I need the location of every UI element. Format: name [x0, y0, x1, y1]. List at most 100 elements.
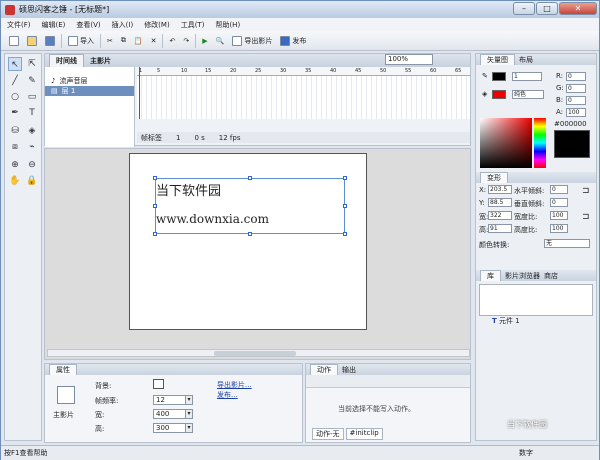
- resize-handle[interactable]: [343, 176, 347, 180]
- minimize-button[interactable]: –: [513, 2, 535, 15]
- arrow-tool-icon[interactable]: ↖: [8, 57, 22, 71]
- publish-link[interactable]: 发布...: [217, 390, 238, 400]
- delete-icon[interactable]: ✕: [149, 34, 159, 48]
- fill-color-swatch[interactable]: [492, 90, 506, 99]
- menu-file[interactable]: 文件(F): [7, 20, 31, 30]
- tab-layout[interactable]: 布局: [519, 55, 533, 65]
- menu-help[interactable]: 帮助(H): [215, 20, 240, 30]
- y-value[interactable]: 88.5: [488, 198, 512, 207]
- resize-handle[interactable]: [153, 176, 157, 180]
- a-value[interactable]: 100: [566, 108, 586, 117]
- tab-actions-none[interactable]: 动作-无: [312, 428, 344, 440]
- line-tool-icon[interactable]: ╱: [8, 74, 22, 88]
- wscale-value[interactable]: 100: [550, 211, 568, 220]
- copy-icon[interactable]: ⧉: [119, 34, 128, 48]
- layer-1[interactable]: ▤ 层 1: [45, 86, 134, 96]
- ink-bottle-icon[interactable]: ⛁: [8, 124, 22, 138]
- hscale-value[interactable]: 100: [550, 224, 568, 233]
- tab-movie-explorer[interactable]: 影片浏览器: [505, 271, 540, 281]
- ellipse-tool-icon[interactable]: ○: [8, 90, 22, 104]
- import-button[interactable]: 导入: [66, 34, 96, 48]
- open-icon[interactable]: [25, 34, 39, 48]
- tab-transform[interactable]: 变形: [480, 172, 508, 183]
- menu-view[interactable]: 查看(V): [76, 20, 100, 30]
- test-icon[interactable]: 🔍: [214, 34, 227, 48]
- undo-icon[interactable]: ↶: [167, 34, 177, 48]
- close-button[interactable]: ✕: [559, 2, 597, 15]
- zoom-in-icon[interactable]: ⊕: [8, 158, 22, 172]
- color-picker[interactable]: [480, 118, 532, 168]
- export-movie-button[interactable]: 导出影片: [230, 34, 274, 48]
- scroll-thumb[interactable]: [214, 351, 296, 356]
- redo-icon[interactable]: ↷: [181, 34, 191, 48]
- resize-handle[interactable]: [153, 232, 157, 236]
- stage-text-line1[interactable]: 当下软件园: [156, 180, 221, 199]
- width-dropdown[interactable]: ▾: [185, 409, 193, 419]
- tab-actions[interactable]: 动作: [310, 364, 338, 375]
- resize-handle[interactable]: [343, 232, 347, 236]
- export-movie-link[interactable]: 导出影片...: [217, 380, 252, 390]
- subselect-tool-icon[interactable]: ⇱: [25, 57, 39, 71]
- stroke-width[interactable]: 1: [512, 72, 542, 81]
- paint-bucket-icon[interactable]: ◈: [25, 124, 39, 138]
- resize-handle[interactable]: [343, 204, 347, 208]
- play-icon[interactable]: ▶: [200, 34, 209, 48]
- layer-sound[interactable]: ♪ 流声音层: [45, 76, 134, 86]
- tab-initclip[interactable]: #initclip: [345, 428, 383, 440]
- h-value[interactable]: 91: [488, 224, 512, 233]
- menu-insert[interactable]: 插入(I): [112, 20, 134, 30]
- stage[interactable]: 当下软件园 www.downxia.com: [129, 153, 367, 330]
- paste-icon[interactable]: 📋: [132, 34, 145, 48]
- b-value[interactable]: 0: [566, 96, 586, 105]
- cut-icon[interactable]: ✂: [105, 34, 115, 48]
- hex-value[interactable]: #000000: [554, 120, 587, 128]
- fill-transform-icon[interactable]: ⧈: [8, 140, 22, 154]
- r-value[interactable]: 0: [566, 72, 586, 81]
- menu-modify[interactable]: 修改(M): [144, 20, 170, 30]
- tab-library[interactable]: 库: [480, 270, 501, 281]
- tab-properties[interactable]: 属性: [49, 364, 77, 375]
- menu-edit[interactable]: 编辑(E): [42, 20, 66, 30]
- stage-hscroll[interactable]: [47, 349, 470, 357]
- library-item[interactable]: T 元件 1: [492, 316, 520, 326]
- link-icon[interactable]: ⊐: [582, 186, 590, 196]
- hue-slider[interactable]: [534, 118, 546, 168]
- save-icon[interactable]: [43, 34, 57, 48]
- zoom-select[interactable]: 100%: [385, 54, 433, 65]
- resize-handle[interactable]: [248, 176, 252, 180]
- tab-output[interactable]: 输出: [342, 365, 356, 375]
- vskew-value[interactable]: 0: [550, 198, 568, 207]
- fps-dropdown[interactable]: ▾: [185, 395, 193, 405]
- hskew-value[interactable]: 0: [550, 185, 568, 194]
- g-value[interactable]: 0: [566, 84, 586, 93]
- tab-timeline[interactable]: 时间线: [49, 54, 84, 67]
- eyedropper-icon[interactable]: ⌁: [25, 140, 39, 154]
- pencil-tool-icon[interactable]: ✎: [25, 74, 39, 88]
- tab-store[interactable]: 商店: [544, 271, 558, 281]
- rectangle-tool-icon[interactable]: ▭: [25, 90, 39, 104]
- link-icon[interactable]: ⊐: [582, 212, 590, 222]
- stroke-color-swatch[interactable]: [492, 72, 506, 81]
- frame-ruler[interactable]: 1 5 10 15 20 25 30 35 40 45 50 55 60 65: [137, 67, 470, 76]
- maximize-button[interactable]: □: [536, 2, 558, 15]
- scene-label[interactable]: 主影片: [90, 56, 111, 66]
- lock-icon[interactable]: 🔒: [25, 174, 39, 188]
- new-icon[interactable]: [7, 34, 21, 48]
- text-tool-icon[interactable]: T: [25, 106, 39, 120]
- publish-button[interactable]: 发布: [278, 34, 308, 48]
- height-dropdown[interactable]: ▾: [185, 423, 193, 433]
- pen-tool-icon[interactable]: ✒: [8, 106, 22, 120]
- stage-text-line2[interactable]: www.downxia.com: [156, 212, 269, 226]
- hand-tool-icon[interactable]: ✋: [8, 174, 22, 188]
- menu-tools[interactable]: 工具(T): [181, 20, 205, 30]
- frame-grid[interactable]: 1 5 10 15 20 25 30 35 40 45 50 55 60 65: [137, 67, 470, 119]
- playhead[interactable]: [139, 67, 140, 119]
- color-transform-select[interactable]: 无: [544, 239, 590, 248]
- fill-type-select[interactable]: 纯色: [512, 90, 544, 99]
- x-value[interactable]: 203.5: [488, 185, 512, 194]
- resize-handle[interactable]: [153, 204, 157, 208]
- w-value[interactable]: 322: [488, 211, 512, 220]
- tab-vector[interactable]: 矢量图: [480, 54, 515, 65]
- zoom-out-icon[interactable]: ⊖: [25, 158, 39, 172]
- bg-color-swatch[interactable]: [153, 379, 164, 389]
